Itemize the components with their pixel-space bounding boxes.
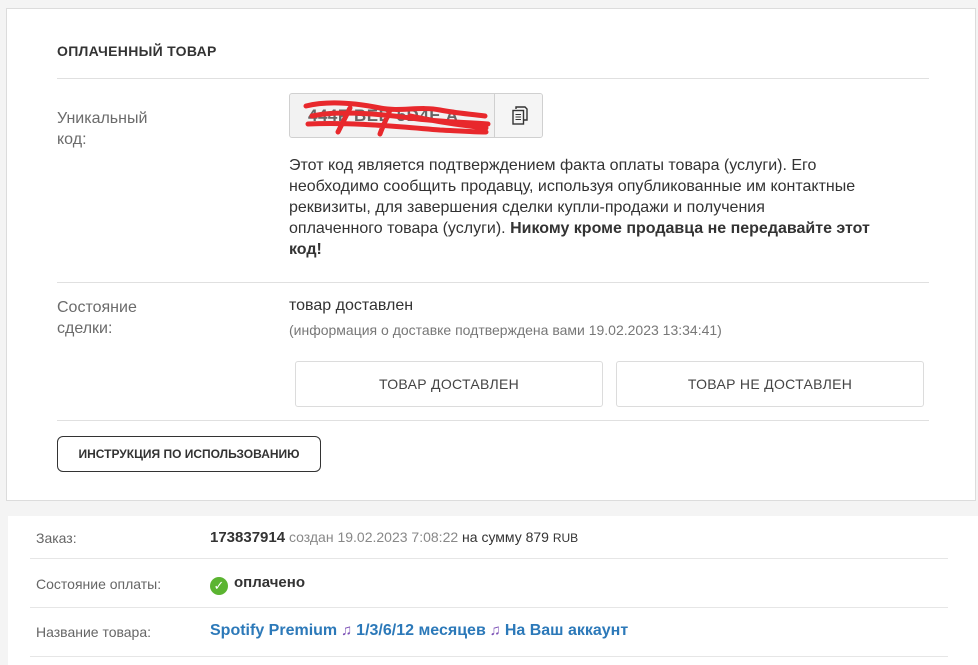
delivered-button[interactable]: ТОВАР ДОСТАВЛЕН [295,361,603,407]
payment-state: ✓ оплачено [210,574,305,595]
deal-status: товар доставлен [289,297,414,314]
delivery-note: (информация о доставке подтверждена вами… [289,322,722,338]
product-name-link[interactable]: Spotify Premium ♫ 1/3/6/12 месяцев ♫ На … [210,622,628,640]
payment-state-label: Состояние оплаты: [36,576,162,592]
warning-text: Никому кроме продавца не передавайте это… [510,220,870,237]
check-circle-icon: ✓ [210,577,228,595]
divider [30,656,948,657]
order-id: 173837914 [210,529,286,546]
divider [57,282,929,283]
music-note-icon: ♫ [489,622,501,639]
not-delivered-button[interactable]: ТОВАР НЕ ДОСТАВЛЕН [616,361,924,407]
order-date: 19.02.2023 7:08:22 [337,529,459,545]
payment-status: оплачено [234,574,305,591]
unique-code-label: Уникальный код: [57,110,148,148]
divider [57,78,929,79]
code-description: Этот код является подтверждением факта о… [289,157,870,258]
instructions-button[interactable]: ИНСТРУКЦИЯ ПО ИСПОЛЬЗОВАНИЮ [57,436,321,472]
order-info: Заказ: 173837914 создан 19.02.2023 7:08:… [8,516,978,665]
unique-code-field[interactable]: 444F BED 5D4E A [289,93,543,138]
copy-code-button[interactable] [494,94,542,137]
deal-state-label: Состояние сделки: [57,299,137,337]
product-name-label: Название товара: [36,624,152,640]
paid-item-panel: ОПЛАЧЕННЫЙ ТОВАР Уникальный код: 444F BE… [6,8,976,501]
copy-icon [511,106,528,125]
panel-title: ОПЛАЧЕННЫЙ ТОВАР [57,43,217,59]
music-note-icon: ♫ [341,622,353,639]
order-currency: RUB [552,531,579,545]
divider [57,420,929,421]
redaction-scribble [303,100,491,137]
divider [30,558,948,559]
order-details: 173837914 создан 19.02.2023 7:08:22 на с… [210,529,579,546]
divider [30,607,948,608]
order-sum: 879 [525,529,549,545]
order-label: Заказ: [36,530,77,546]
